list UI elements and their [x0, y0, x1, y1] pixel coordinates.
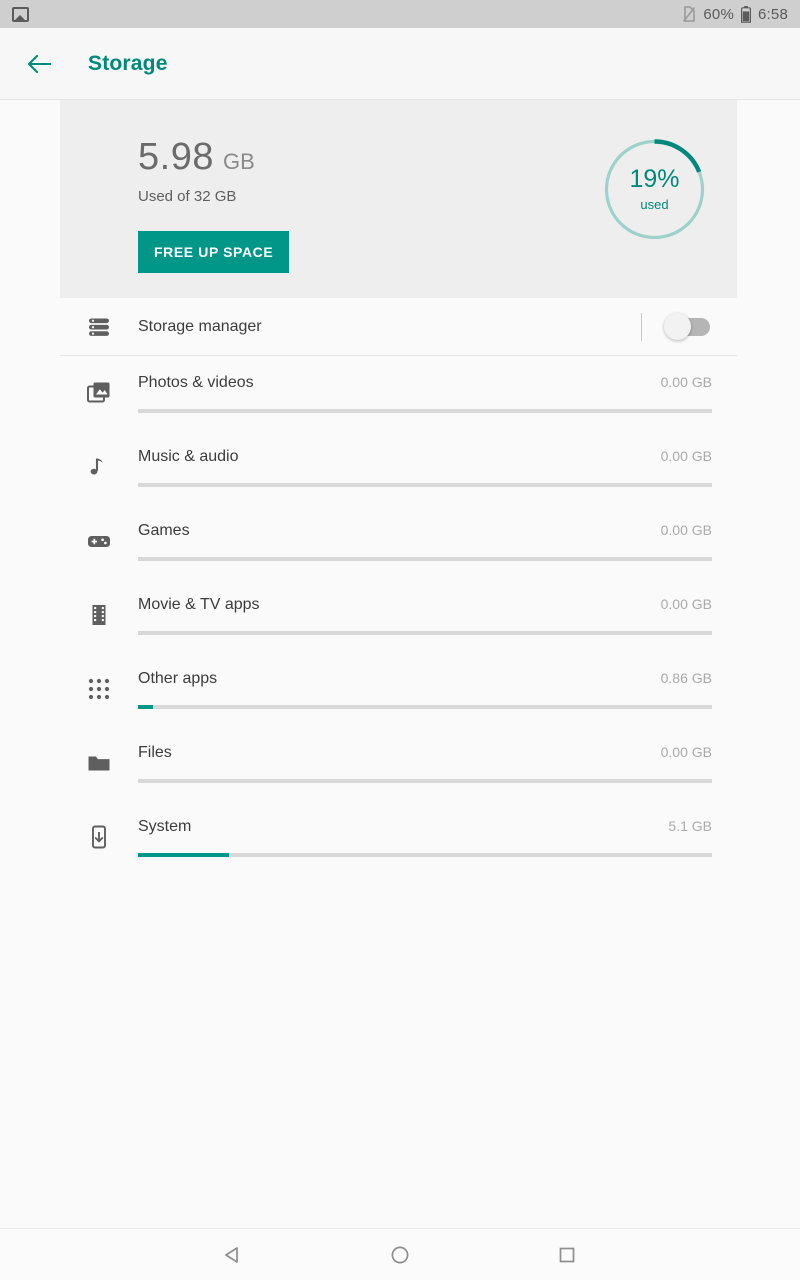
- storage-category-bar: [138, 704, 712, 709]
- storage-category-row[interactable]: Movie & TV apps 0.00 GB: [60, 578, 737, 652]
- storage-category-row[interactable]: Other apps 0.86 GB: [60, 652, 737, 726]
- storage-category-size: 0.00 GB: [660, 521, 712, 538]
- storage-category-label: System: [138, 817, 192, 835]
- storage-category-list: Photos & videos 0.00 GB Music & audio 0.00 …: [60, 356, 737, 874]
- storage-manager-controls: [641, 312, 737, 341]
- storage-category-header: Movie & TV apps 0.00 GB: [138, 596, 712, 614]
- music-icon: [60, 430, 138, 504]
- storage-category-size: 0.00 GB: [660, 447, 712, 464]
- storage-category-header: Games 0.00 GB: [138, 522, 712, 540]
- storage-category-size: 0.00 GB: [660, 743, 712, 760]
- content-area: 5.98 GB Used of 32 GB FREE UP SPACE 19% …: [0, 100, 800, 1228]
- storage-category-row[interactable]: Files 0.00 GB: [60, 726, 737, 800]
- storage-category-header: Other apps 0.86 GB: [138, 670, 712, 688]
- nav-recents-icon[interactable]: [541, 1229, 593, 1280]
- free-up-space-button[interactable]: FREE UP SPACE: [138, 231, 290, 273]
- storage-category-label: Photos & videos: [138, 373, 254, 391]
- games-icon: [60, 504, 138, 578]
- storage-category-size: 5.1 GB: [668, 817, 712, 834]
- status-bar: 60% 6:58: [0, 0, 800, 28]
- storage-category-bar: [138, 482, 712, 487]
- battery-icon: [741, 5, 751, 23]
- screenshot-icon: [12, 6, 29, 22]
- used-unit-label: GB: [222, 149, 255, 174]
- storage-category-size: 0.00 GB: [660, 595, 712, 612]
- storage-category-row[interactable]: System 5.1 GB: [60, 800, 737, 874]
- storage-category-bar: [138, 408, 712, 413]
- page-title: Storage: [88, 51, 168, 75]
- used-value-label: 5.98: [138, 136, 214, 178]
- no-sim-icon: [682, 5, 696, 23]
- storage-category-label: Music & audio: [138, 447, 239, 465]
- storage-panel: 5.98 GB Used of 32 GB FREE UP SPACE 19% …: [60, 100, 737, 874]
- row-divider: [641, 312, 642, 341]
- storage-category-body: Other apps 0.86 GB: [138, 652, 737, 726]
- storage-manager-toggle[interactable]: [664, 312, 712, 340]
- usage-ring: 19% used: [602, 137, 707, 242]
- storage-category-bar: [138, 556, 712, 561]
- movie-icon: [60, 578, 138, 652]
- folder-icon: [60, 726, 138, 800]
- storage-category-body: System 5.1 GB: [138, 800, 737, 874]
- storage-category-body: Music & audio 0.00 GB: [138, 430, 737, 504]
- status-bar-notifications: [12, 6, 29, 22]
- usage-percent-label: 19%: [629, 165, 680, 193]
- storage-category-bar: [138, 630, 712, 635]
- photos-icon: [60, 356, 138, 430]
- storage-category-bar: [138, 778, 712, 783]
- storage-manager-row[interactable]: Storage manager: [60, 298, 737, 356]
- storage-category-body: Files 0.00 GB: [138, 726, 737, 800]
- storage-summary-card: 5.98 GB Used of 32 GB FREE UP SPACE 19% …: [60, 100, 737, 298]
- app-bar: Storage: [0, 28, 800, 100]
- toggle-knob: [664, 312, 691, 340]
- clock-label: 6:58: [758, 5, 788, 23]
- storage-manager-label: Storage manager: [138, 317, 262, 335]
- usage-ring-text: 19% used: [602, 137, 707, 242]
- nav-home-icon[interactable]: [374, 1229, 426, 1280]
- storage-category-header: Files 0.00 GB: [138, 744, 712, 762]
- battery-percent-label: 60%: [703, 5, 734, 23]
- android-storage-screen: 60% 6:58 Storage 5.98 GB Used of 32 GB F…: [0, 0, 800, 1280]
- storage-category-header: Music & audio 0.00 GB: [138, 448, 712, 466]
- storage-category-bar: [138, 852, 712, 857]
- system-navigation-bar: [0, 1228, 800, 1280]
- storage-category-size: 0.00 GB: [660, 373, 712, 390]
- storage-category-header: System 5.1 GB: [138, 818, 712, 836]
- storage-category-header: Photos & videos 0.00 GB: [138, 374, 712, 392]
- storage-category-label: Games: [138, 521, 190, 539]
- storage-category-body: Movie & TV apps 0.00 GB: [138, 578, 737, 652]
- storage-category-bar-fill: [138, 704, 154, 709]
- storage-category-size: 0.86 GB: [660, 669, 712, 686]
- apps-grid-icon: [60, 652, 138, 726]
- storage-stack-icon: [60, 314, 138, 340]
- storage-category-body: Games 0.00 GB: [138, 504, 737, 578]
- storage-category-label: Files: [138, 743, 172, 761]
- arrow-left-icon[interactable]: [18, 42, 62, 86]
- storage-category-row[interactable]: Music & audio 0.00 GB: [60, 430, 737, 504]
- storage-category-label: Movie & TV apps: [138, 595, 260, 613]
- nav-back-icon[interactable]: [207, 1229, 259, 1280]
- system-icon: [60, 800, 138, 874]
- storage-category-body: Photos & videos 0.00 GB: [138, 356, 737, 430]
- status-bar-system-icons: 60% 6:58: [682, 5, 788, 23]
- storage-category-bar-fill: [138, 852, 229, 857]
- storage-category-row[interactable]: Games 0.00 GB: [60, 504, 737, 578]
- storage-category-row[interactable]: Photos & videos 0.00 GB: [60, 356, 737, 430]
- storage-category-label: Other apps: [138, 669, 218, 687]
- usage-used-label: used: [640, 197, 669, 212]
